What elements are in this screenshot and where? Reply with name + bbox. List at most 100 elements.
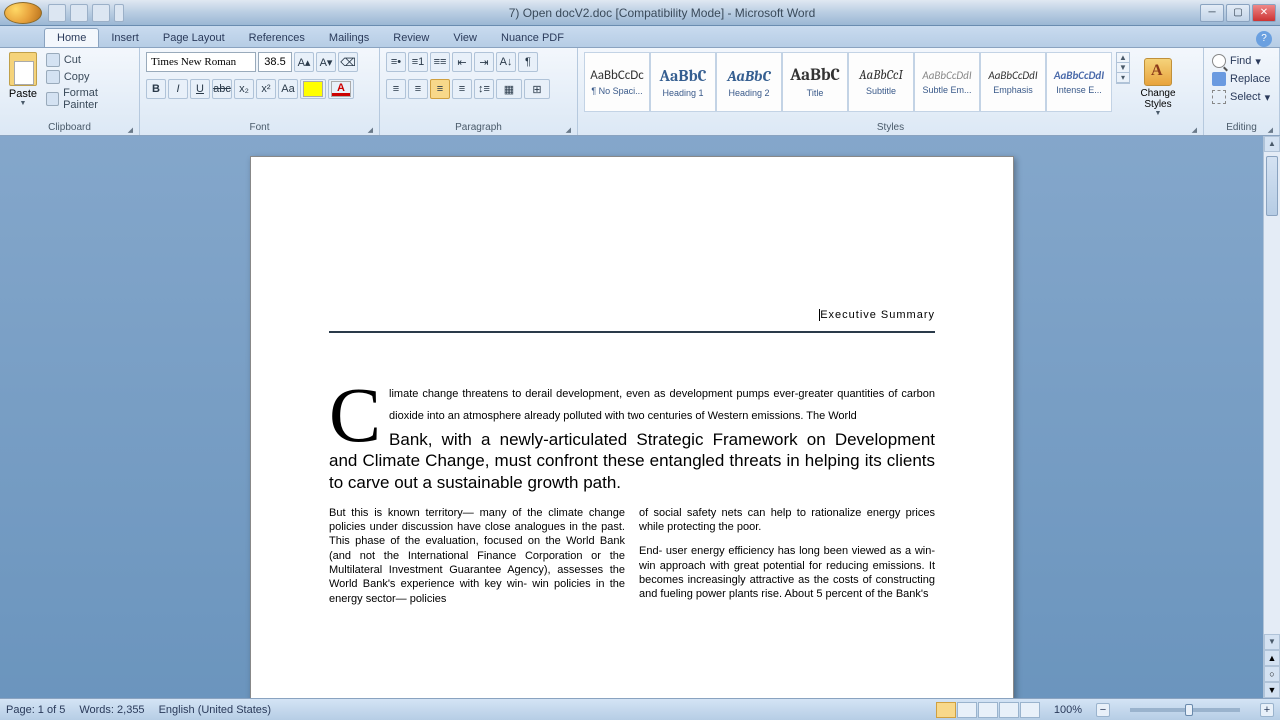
underline-button[interactable]: U bbox=[190, 79, 210, 99]
qat-customize-icon[interactable] bbox=[114, 4, 124, 22]
browse-object-icon[interactable]: ○ bbox=[1264, 666, 1280, 682]
line-spacing-button[interactable]: ↕≡ bbox=[474, 79, 494, 99]
find-button[interactable]: Find ▾ bbox=[1210, 52, 1263, 70]
column-left: But this is known territory— many of the… bbox=[329, 506, 625, 606]
print-layout-view-button[interactable] bbox=[936, 702, 956, 718]
justify-button[interactable]: ≡ bbox=[452, 79, 472, 99]
maximize-button[interactable]: ▢ bbox=[1226, 4, 1250, 22]
format-painter-button[interactable]: Format Painter bbox=[44, 86, 133, 112]
status-page[interactable]: Page: 1 of 5 bbox=[6, 704, 65, 716]
styles-gallery[interactable]: AaBbCcDc¶ No Spaci...AaBbCHeading 1AaBbC… bbox=[584, 52, 1112, 112]
numbering-button[interactable]: ≡1 bbox=[408, 52, 428, 72]
styles-expand-icon[interactable]: ▾ bbox=[1117, 73, 1129, 83]
tab-mailings[interactable]: Mailings bbox=[317, 29, 381, 47]
document-page[interactable]: Executive Summary C limate change threat… bbox=[250, 156, 1014, 698]
decrease-indent-button[interactable]: ⇤ bbox=[452, 52, 472, 72]
style-item-0[interactable]: AaBbCcDc¶ No Spaci... bbox=[584, 52, 650, 112]
bullets-button[interactable]: ≡• bbox=[386, 52, 406, 72]
change-styles-icon bbox=[1144, 58, 1172, 86]
ribbon: Paste ▼ Cut Copy Format Painter Clipboar… bbox=[0, 48, 1280, 136]
window-title: 7) Open docV2.doc [Compatibility Mode] -… bbox=[124, 6, 1200, 20]
style-item-5[interactable]: AaBbCcDdISubtle Em... bbox=[914, 52, 980, 112]
zoom-thumb[interactable] bbox=[1185, 704, 1193, 716]
grow-font-button[interactable]: A▴ bbox=[294, 52, 314, 72]
style-item-6[interactable]: AaBbCcDdIEmphasis bbox=[980, 52, 1046, 112]
shading-button[interactable]: ▦ bbox=[496, 79, 522, 99]
copy-button[interactable]: Copy bbox=[44, 69, 133, 85]
font-name-input[interactable] bbox=[146, 52, 256, 72]
outline-view-button[interactable] bbox=[999, 702, 1019, 718]
styles-scroll-down-icon[interactable]: ▼ bbox=[1117, 63, 1129, 73]
tab-references[interactable]: References bbox=[237, 29, 317, 47]
status-language[interactable]: English (United States) bbox=[159, 704, 272, 716]
clear-formatting-button[interactable]: ⌫ bbox=[338, 52, 358, 72]
sort-button[interactable]: A↓ bbox=[496, 52, 516, 72]
change-case-button[interactable]: Aa bbox=[278, 79, 298, 99]
scroll-thumb[interactable] bbox=[1266, 156, 1278, 216]
style-item-2[interactable]: AaBbCHeading 2 bbox=[716, 52, 782, 112]
window-titlebar: 7) Open docV2.doc [Compatibility Mode] -… bbox=[0, 0, 1280, 26]
change-styles-button[interactable]: Change Styles ▼ bbox=[1134, 52, 1182, 117]
vertical-scrollbar[interactable]: ▲ ▼ ▲ ○ ▼ bbox=[1263, 136, 1280, 698]
close-button[interactable]: ✕ bbox=[1252, 4, 1276, 22]
fontcolor-swatch-icon: A bbox=[331, 81, 351, 97]
styles-scroll-up-icon[interactable]: ▲ bbox=[1117, 53, 1129, 63]
body-columns: But this is known territory— many of the… bbox=[329, 506, 935, 606]
bold-button[interactable]: B bbox=[146, 79, 166, 99]
styles-scroll-control[interactable]: ▲ ▼ ▾ bbox=[1116, 52, 1130, 84]
web-layout-view-button[interactable] bbox=[978, 702, 998, 718]
tab-view[interactable]: View bbox=[441, 29, 489, 47]
scroll-down-icon[interactable]: ▼ bbox=[1264, 634, 1280, 650]
select-button[interactable]: Select ▾ bbox=[1210, 88, 1272, 106]
tab-review[interactable]: Review bbox=[381, 29, 441, 47]
ribbon-tabstrip: Home Insert Page Layout References Maili… bbox=[0, 26, 1280, 48]
help-icon[interactable]: ? bbox=[1256, 31, 1272, 47]
cut-button[interactable]: Cut bbox=[44, 52, 133, 68]
zoom-out-button[interactable]: − bbox=[1096, 703, 1110, 717]
draft-view-button[interactable] bbox=[1020, 702, 1040, 718]
style-item-3[interactable]: AaBbCTitle bbox=[782, 52, 848, 112]
zoom-slider[interactable] bbox=[1130, 708, 1240, 712]
strikethrough-button[interactable]: abc bbox=[212, 79, 232, 99]
style-item-7[interactable]: AaBbCcDdIIntense E... bbox=[1046, 52, 1112, 112]
tab-page-layout[interactable]: Page Layout bbox=[151, 29, 237, 47]
scroll-up-icon[interactable]: ▲ bbox=[1264, 136, 1280, 152]
dropcap: C bbox=[329, 381, 389, 443]
increase-indent-button[interactable]: ⇥ bbox=[474, 52, 494, 72]
paste-button[interactable]: Paste ▼ bbox=[6, 52, 40, 107]
highlight-button[interactable] bbox=[300, 79, 326, 99]
shrink-font-button[interactable]: A▾ bbox=[316, 52, 336, 72]
qat-undo-icon[interactable] bbox=[70, 4, 88, 22]
tab-nuance-pdf[interactable]: Nuance PDF bbox=[489, 29, 576, 47]
body-paragraph-2: Bank, with a newly-articulated Strategic… bbox=[329, 429, 935, 494]
italic-button[interactable]: I bbox=[168, 79, 188, 99]
next-page-icon[interactable]: ▼ bbox=[1264, 682, 1280, 698]
qat-save-icon[interactable] bbox=[48, 4, 66, 22]
tab-home[interactable]: Home bbox=[44, 28, 99, 47]
style-item-4[interactable]: AaBbCcISubtitle bbox=[848, 52, 914, 112]
replace-button[interactable]: Replace bbox=[1210, 70, 1272, 88]
style-item-1[interactable]: AaBbCHeading 1 bbox=[650, 52, 716, 112]
align-center-button[interactable]: ≡ bbox=[408, 79, 428, 99]
full-screen-view-button[interactable] bbox=[957, 702, 977, 718]
show-marks-button[interactable]: ¶ bbox=[518, 52, 538, 72]
prev-page-icon[interactable]: ▲ bbox=[1264, 650, 1280, 666]
minimize-button[interactable]: ─ bbox=[1200, 4, 1224, 22]
superscript-button[interactable]: x² bbox=[256, 79, 276, 99]
borders-button[interactable]: ⊞ bbox=[524, 79, 550, 99]
tab-insert[interactable]: Insert bbox=[99, 29, 151, 47]
qat-redo-icon[interactable] bbox=[92, 4, 110, 22]
replace-icon bbox=[1212, 72, 1226, 86]
office-button[interactable] bbox=[4, 2, 42, 24]
status-words[interactable]: Words: 2,355 bbox=[79, 704, 144, 716]
subscript-button[interactable]: x₂ bbox=[234, 79, 254, 99]
paste-icon bbox=[9, 52, 37, 86]
multilevel-button[interactable]: ≡≡ bbox=[430, 52, 450, 72]
font-color-button[interactable]: A bbox=[328, 79, 354, 99]
zoom-level[interactable]: 100% bbox=[1054, 704, 1082, 716]
font-size-input[interactable] bbox=[258, 52, 292, 72]
align-right-button[interactable]: ≡ bbox=[430, 79, 450, 99]
zoom-in-button[interactable]: + bbox=[1260, 703, 1274, 717]
group-label-font: Font bbox=[146, 121, 373, 135]
align-left-button[interactable]: ≡ bbox=[386, 79, 406, 99]
